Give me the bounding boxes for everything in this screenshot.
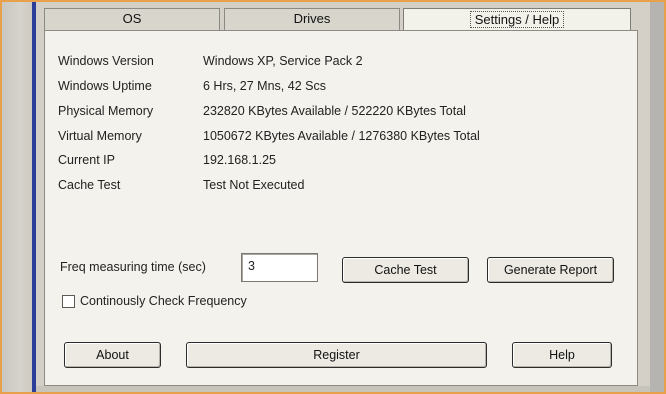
- outer-highlight-frame: [0, 0, 666, 394]
